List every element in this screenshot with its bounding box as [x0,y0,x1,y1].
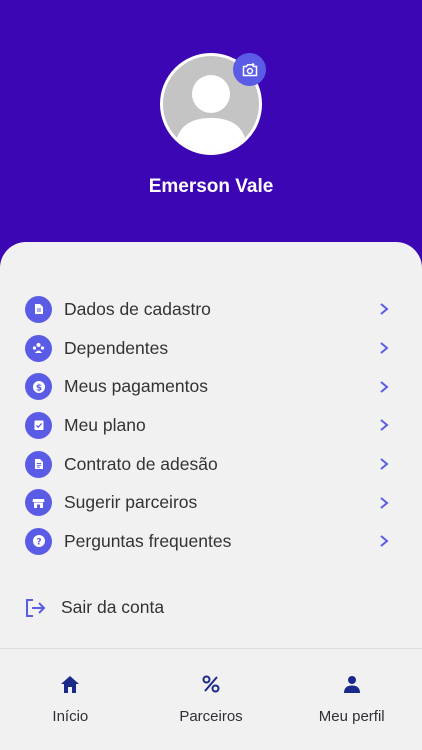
question-icon: ? [25,527,52,555]
menu-item-sugerir-parceiros[interactable]: Sugerir parceiros [0,483,422,522]
menu-item-label: Meus pagamentos [64,376,208,397]
nav-item-inicio[interactable]: Início [0,649,141,750]
menu-item-dependentes[interactable]: Dependentes [0,329,422,368]
menu-item-meus-pagamentos[interactable]: $ Meus pagamentos [0,367,422,406]
nav-item-parceiros[interactable]: Parceiros [141,649,282,750]
menu-item-perguntas-frequentes[interactable]: ? Perguntas frequentes [0,522,422,561]
menu-item-label: Perguntas frequentes [64,530,232,551]
chevron-right-icon [380,419,389,432]
chevron-right-icon [380,535,389,548]
menu-item-label: Sugerir parceiros [64,492,198,513]
checklist-icon [25,411,52,439]
logout-icon [26,598,46,617]
chevron-right-icon [380,497,389,509]
menu-item-dados-cadastro[interactable]: Dados de cadastro [0,290,422,329]
document-icon [25,295,52,323]
svg-text:?: ? [36,538,41,548]
people-icon [25,334,52,362]
chevron-right-icon [380,380,389,393]
menu-item-label: Dependentes [64,337,169,358]
nav-item-label: Início [52,708,89,725]
menu-item-contrato-adesao[interactable]: Contrato de adesão [0,445,422,484]
avatar-container [160,53,266,155]
chevron-right-icon [380,342,389,354]
profile-header: Emerson Vale [0,0,422,262]
contract-icon [25,450,52,478]
home-icon [59,673,81,695]
menu-item-label: Contrato de adesão [64,453,218,474]
camera-icon [242,62,257,76]
chevron-right-icon [380,458,389,470]
change-photo-button[interactable] [233,53,266,86]
menu-item-meu-plano[interactable]: Meu plano [0,406,422,445]
menu-list: Dados de cadastro Dependentes $ Meus pag… [0,290,422,561]
bottom-navigation: Início Parceiros Meu perfil [0,648,422,750]
user-name: Emerson Vale [148,176,274,197]
logout-label: Sair da conta [61,597,165,617]
svg-text:$: $ [35,383,41,393]
menu-item-label: Meu plano [64,414,146,435]
person-icon [341,673,363,695]
menu-item-label: Dados de cadastro [64,298,211,319]
chevron-right-icon [380,303,389,316]
nav-item-label: Meu perfil [318,708,385,725]
logout-button[interactable]: Sair da conta [25,597,164,618]
nav-item-label: Parceiros [179,708,243,725]
nav-item-meu-perfil[interactable]: Meu perfil [281,649,422,750]
store-icon [25,489,52,517]
dollar-icon: $ [25,373,52,401]
percent-icon [200,673,222,695]
